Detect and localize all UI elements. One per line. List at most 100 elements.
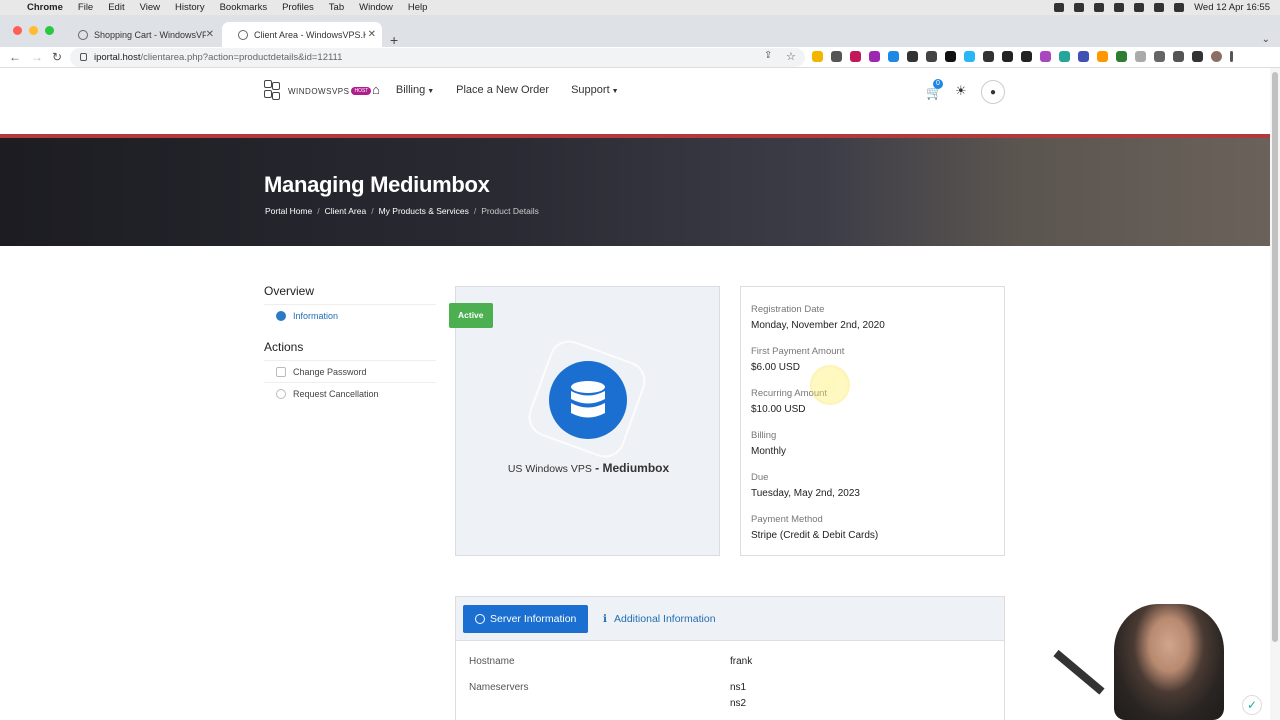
nav-support-label: Support [571, 83, 610, 96]
clock[interactable]: Wed 12 Apr 16:55 [1194, 2, 1270, 13]
sidebar-item-change-password[interactable]: Change Password [264, 360, 436, 382]
theme-toggle-icon[interactable]: ☀ [955, 83, 967, 99]
extension-icon[interactable] [983, 51, 994, 62]
sidebar-icon[interactable] [1192, 51, 1203, 62]
tab-additional-information[interactable]: i Additional Information [603, 605, 716, 633]
more-menu-icon[interactable] [1230, 51, 1233, 62]
menu-view[interactable]: View [140, 2, 160, 13]
status-icon[interactable] [1094, 3, 1105, 12]
menu-help[interactable]: Help [408, 2, 428, 13]
url-host: iportal.host [94, 52, 141, 63]
status-icon[interactable] [1114, 3, 1125, 12]
favicon-icon [238, 29, 248, 40]
extension-icon[interactable] [831, 51, 842, 62]
lock-icon [276, 366, 286, 377]
nav-support[interactable]: Support ▼ [571, 84, 618, 96]
extension-icon[interactable] [1116, 51, 1127, 62]
due-date-label: Due [751, 472, 769, 483]
back-icon[interactable]: ← [9, 50, 21, 64]
scrollbar[interactable] [1270, 68, 1280, 720]
sidebar-item-information[interactable]: Information [264, 304, 436, 326]
sidebar-item-request-cancellation[interactable]: Request Cancellation [264, 382, 436, 404]
search-icon[interactable] [1174, 3, 1185, 12]
breadcrumb-portal-home[interactable]: Portal Home [265, 206, 312, 216]
payment-method-label: Payment Method [751, 514, 823, 525]
forward-icon[interactable]: → [31, 50, 43, 64]
puzzle-icon[interactable] [1173, 51, 1184, 62]
web-page: WINDOWSVPS HOST ⌂ Billing ▼ Place a New O… [0, 68, 1270, 720]
billing-cycle-label: Billing [751, 430, 777, 441]
bookmark-star-icon[interactable]: ☆ [786, 50, 796, 63]
tab-search-icon[interactable]: ⌄ [1262, 34, 1270, 45]
dashboard-icon [276, 310, 286, 321]
menu-edit[interactable]: Edit [108, 2, 124, 13]
os-menu: Chrome File Edit View History Bookmarks … [27, 2, 442, 13]
battery-icon[interactable] [1134, 3, 1145, 12]
menu-file[interactable]: File [78, 2, 93, 13]
extension-icon[interactable] [869, 51, 880, 62]
status-icon[interactable] [1054, 3, 1065, 12]
extension-icon[interactable] [1059, 51, 1070, 62]
menu-bookmarks[interactable]: Bookmarks [220, 2, 268, 13]
download-icon[interactable] [1154, 51, 1165, 62]
extension-icon[interactable] [850, 51, 861, 62]
billing-cycle-value: Monthly [751, 446, 787, 457]
browser-tab-shopping-cart[interactable]: Shopping Cart - WindowsVPS ✕ [62, 22, 220, 47]
recurring-amount-value: $10.00 USD [751, 404, 806, 415]
reload-icon[interactable]: ↻ [52, 50, 62, 64]
registration-date-value: Monday, November 2nd, 2020 [751, 320, 885, 331]
close-window-button[interactable] [13, 26, 22, 35]
extension-icon[interactable] [812, 51, 823, 62]
nav-place-order[interactable]: Place a New Order [456, 84, 549, 96]
extension-icon[interactable] [926, 51, 937, 62]
lock-icon[interactable] [80, 53, 87, 61]
extension-icon[interactable] [1135, 51, 1146, 62]
close-tab-icon[interactable]: ✕ [368, 29, 376, 40]
os-menubar: Chrome File Edit View History Bookmarks … [0, 0, 1280, 15]
logo-mark [264, 80, 284, 102]
user-account-icon[interactable]: ● [981, 80, 1005, 104]
tab-title: Client Area - WindowsVPS.Hos [254, 29, 366, 40]
extension-icon[interactable] [945, 51, 956, 62]
profile-avatar[interactable] [1211, 51, 1222, 62]
menu-history[interactable]: History [175, 2, 205, 13]
tab-server-information[interactable]: Server Information [463, 605, 589, 633]
extension-icon[interactable] [964, 51, 975, 62]
product-details-panel: Registration Date Monday, November 2nd, … [740, 286, 1005, 556]
extension-icon[interactable] [1097, 51, 1108, 62]
breadcrumb-client-area[interactable]: Client Area [325, 206, 367, 216]
close-tab-icon[interactable]: ✕ [206, 29, 214, 40]
main-nav: ⌂ Billing ▼ Place a New Order Support ▼ [372, 82, 641, 97]
breadcrumb-products[interactable]: My Products & Services [379, 206, 469, 216]
chat-widget-icon[interactable]: ✓ [1242, 695, 1262, 715]
share-icon[interactable]: ⇪ [764, 50, 772, 61]
cart-icon[interactable]: 🛒 0 [926, 79, 943, 101]
extension-icon[interactable] [1021, 51, 1032, 62]
extension-icon[interactable] [1040, 51, 1051, 62]
extension-icon[interactable] [907, 51, 918, 62]
status-icon[interactable] [1074, 3, 1085, 12]
extension-icon[interactable] [1002, 51, 1013, 62]
zoom-window-button[interactable] [45, 26, 54, 35]
scrollbar-thumb[interactable] [1272, 72, 1278, 642]
nav-billing[interactable]: Billing ▼ [396, 84, 434, 96]
tab-label: Server Information [490, 613, 577, 625]
address-bar[interactable]: iportal.host/clientarea.php?action=produ… [70, 48, 805, 67]
home-icon[interactable]: ⌂ [372, 82, 380, 97]
cursor-highlight [810, 365, 850, 405]
breadcrumb-current: Product Details [481, 206, 539, 216]
browser-tab-client-area[interactable]: Client Area - WindowsVPS.Hos ✕ [222, 22, 382, 47]
sidebar-heading-overview: Overview [264, 284, 315, 298]
wifi-icon[interactable] [1154, 3, 1165, 12]
site-logo[interactable]: WINDOWSVPS HOST [264, 80, 372, 102]
menu-profiles[interactable]: Profiles [282, 2, 314, 13]
minimize-window-button[interactable] [29, 26, 38, 35]
new-tab-button[interactable]: + [390, 32, 398, 48]
chevron-down-icon: ▼ [611, 87, 619, 95]
extension-icon[interactable] [888, 51, 899, 62]
registration-date-label: Registration Date [751, 304, 825, 315]
extension-icon[interactable] [1078, 51, 1089, 62]
menu-tab[interactable]: Tab [329, 2, 344, 13]
menu-window[interactable]: Window [359, 2, 393, 13]
menu-app[interactable]: Chrome [27, 2, 63, 13]
